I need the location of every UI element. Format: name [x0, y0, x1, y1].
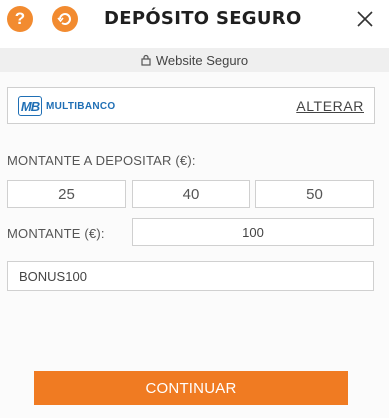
help-icon[interactable]: ? [7, 6, 33, 32]
bonus-code-input[interactable] [7, 261, 374, 291]
close-icon[interactable] [354, 8, 376, 30]
amount-input-label: MONTANTE (€): [7, 226, 105, 241]
page-title: DEPÓSITO SEGURO [104, 8, 302, 29]
deposit-amount-label: MONTANTE A DEPOSITAR (€): [7, 153, 196, 168]
secure-website-bar: Website Seguro [0, 48, 389, 72]
header: ? DEPÓSITO SEGURO [0, 0, 389, 46]
multibanco-logo: MB MULTIBANCO [18, 96, 115, 116]
help-icon-glyph: ? [14, 9, 26, 28]
payment-method-box: MB MULTIBANCO ALTERAR [7, 87, 375, 124]
mb-logo-text: MULTIBANCO [46, 100, 116, 112]
secure-website-text: Website Seguro [155, 52, 249, 68]
quick-amount-50-button[interactable]: 50 [255, 180, 374, 208]
mb-badge: MB [18, 96, 42, 116]
change-method-link[interactable]: ALTERAR [296, 98, 364, 114]
refresh-icon-svg [57, 13, 71, 25]
chat-refresh-icon[interactable] [52, 6, 78, 32]
amount-input[interactable] [132, 218, 374, 246]
lock-icon [141, 54, 151, 66]
quick-amount-40-button[interactable]: 40 [132, 180, 250, 208]
continue-button[interactable]: CONTINUAR [34, 371, 348, 405]
quick-amount-25-button[interactable]: 25 [7, 180, 126, 208]
